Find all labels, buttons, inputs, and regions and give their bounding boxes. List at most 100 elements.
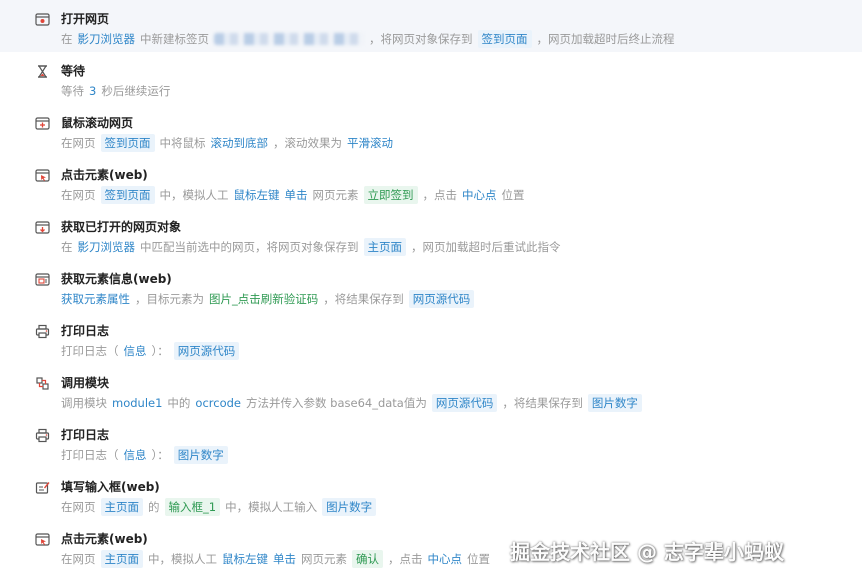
- flow-step[interactable]: 点击元素(web) 在网页 签到页面 中，模拟人工 鼠标左键 单击 网页元素 立即签到 ，点击中…: [0, 156, 862, 208]
- desc-value: ocrcode: [195, 396, 241, 410]
- variable-chip: 签到页面: [100, 186, 155, 204]
- hourglass-icon: [35, 64, 50, 79]
- desc-text: 在: [61, 240, 73, 254]
- desc-text: 打印日志（: [61, 448, 119, 462]
- desc-text: 中的: [167, 396, 191, 410]
- element-name: 图片_点击刷新验证码: [209, 292, 319, 306]
- step-description: 打印日志（ 信息 ）： 图片数字: [61, 445, 233, 465]
- step-title: 点击元素(web): [61, 168, 148, 182]
- desc-value: 中心点: [427, 552, 463, 566]
- desc-text: ，点击: [422, 188, 458, 202]
- desc-text: 方法并传入参数 base64_data值为: [246, 396, 427, 410]
- watermark: 掘金技术社区 @ 志字辈小蚂蚁: [510, 540, 784, 564]
- step-description: 调用模块 module1 中的 ocrcode 方法并传入参数 base64_data值…: [61, 393, 647, 413]
- desc-value: 单击: [273, 552, 296, 566]
- desc-text: 秒后继续运行: [101, 84, 171, 98]
- desc-text: ）：: [151, 344, 169, 358]
- desc-text: 在: [61, 32, 73, 46]
- variable-chip: 签到页面: [477, 30, 532, 48]
- desc-text: 位置: [501, 188, 525, 202]
- flow-step[interactable]: 打开网页在影刀浏览器 中新建标签页 ，将网页对象保存到 签到页面 ，网页加载超时后终止流…: [0, 0, 862, 52]
- desc-text: 调用模块: [61, 396, 107, 410]
- desc-text: ，将结果保存到: [502, 396, 583, 410]
- flow-step[interactable]: 等待 等待 3 秒后继续运行: [0, 52, 862, 104]
- desc-text: 在网页: [61, 552, 96, 566]
- variable-chip: 网页源代码: [408, 290, 475, 308]
- step-title: 打印日志: [61, 428, 110, 442]
- variable-chip: 网页源代码: [173, 342, 240, 360]
- flow-step[interactable]: 打印日志打印日志（ 信息 ）： 网页源代码: [0, 312, 862, 364]
- desc-value: 中心点: [462, 188, 497, 202]
- click-element-icon: [35, 168, 50, 183]
- step-description: 获取元素属性 ，目标元素为 图片_点击刷新验证码 ，将结果保存到 网页源代码: [61, 289, 479, 309]
- desc-text: ，将网页对象保存到: [369, 32, 473, 46]
- variable-chip: 图片数字: [587, 394, 642, 412]
- browser-open-icon: [35, 12, 50, 27]
- scroll-page-icon: [35, 116, 50, 131]
- step-description: 在影刀浏览器 中新建标签页 ，将网页对象保存到 签到页面 ，网页加载超时后终止流程: [61, 29, 680, 49]
- desc-text: ，网页加载超时后终止流程: [536, 32, 675, 46]
- desc-text: ，目标元素为: [135, 292, 204, 306]
- desc-value: 滚动到底部: [210, 136, 269, 150]
- desc-text: 位置: [467, 552, 490, 566]
- printer-icon: [35, 428, 50, 443]
- desc-value: 影刀浏览器: [77, 32, 136, 46]
- desc-text: ，将结果保存到: [323, 292, 404, 306]
- desc-value: 平滑滚动: [347, 136, 393, 150]
- desc-value: 信息: [123, 448, 147, 462]
- step-title: 打开网页: [61, 12, 110, 26]
- click-element-icon: [35, 532, 50, 547]
- edit-input-icon: [35, 480, 50, 495]
- desc-text: 中新建标签页: [140, 32, 209, 46]
- get-page-icon: [35, 220, 50, 235]
- desc-text: 在网页: [61, 500, 96, 514]
- desc-text: 在网页: [61, 136, 96, 150]
- desc-text: 的: [148, 500, 160, 514]
- variable-chip: 主页面: [363, 238, 406, 256]
- desc-text: ，点击: [388, 552, 423, 566]
- flow-step[interactable]: 调用模块 调用模块 module1 中的 ocrcode 方法并传入参数 base64_d…: [0, 364, 862, 416]
- flow-step[interactable]: 获取已打开的网页对象在影刀浏览器 中匹配当前选中的网页，将网页对象保存到 主页面 ，网…: [0, 208, 862, 260]
- element-chip: 立即签到: [363, 186, 418, 204]
- element-chip: 输入框_1: [164, 498, 221, 516]
- step-title: 鼠标滚动网页: [61, 116, 134, 130]
- element-info-icon: [35, 272, 50, 287]
- step-description: 打印日志（ 信息 ）： 网页源代码: [61, 341, 244, 361]
- desc-text: ）：: [151, 448, 169, 462]
- step-title: 打印日志: [61, 324, 110, 338]
- element-chip: 确认: [352, 550, 383, 568]
- desc-text: 网页元素: [312, 188, 359, 202]
- desc-text: 中匹配当前选中的网页，将网页对象保存到: [140, 240, 359, 254]
- desc-value: 单击: [284, 188, 308, 202]
- desc-text: 在网页: [61, 188, 96, 202]
- desc-text: 中，模拟人工: [148, 552, 217, 566]
- redacted-url: [214, 33, 364, 45]
- flow-step[interactable]: 打印日志打印日志（ 信息 ）： 图片数字: [0, 416, 862, 468]
- step-title: 获取已打开的网页对象: [61, 220, 182, 234]
- desc-value: 影刀浏览器: [77, 240, 136, 254]
- desc-value: 获取元素属性: [61, 292, 130, 306]
- flow-step[interactable]: 鼠标滚动网页在网页 签到页面 中将鼠标 滚动到底部 ，滚动效果为 平滑滚动: [0, 104, 862, 156]
- step-description: 在影刀浏览器 中匹配当前选中的网页，将网页对象保存到 主页面 ，网页加载超时后重试此指…: [61, 237, 566, 257]
- desc-value: 信息: [123, 344, 147, 358]
- variable-chip: 主页面: [100, 498, 143, 516]
- desc-text: ，网页加载超时后重试此指令: [411, 240, 561, 254]
- desc-text: 打印日志（: [61, 344, 119, 358]
- desc-text: 等待: [61, 84, 84, 98]
- variable-chip: 签到页面: [100, 134, 155, 152]
- step-title: 获取元素信息(web): [61, 272, 172, 286]
- desc-value: 鼠标左键: [233, 188, 280, 202]
- desc-text: 中将鼠标: [159, 136, 206, 150]
- step-description: 在网页 签到页面 中将鼠标 滚动到底部 ，滚动效果为 平滑滚动: [61, 133, 398, 153]
- printer-icon: [35, 324, 50, 339]
- module-icon: [35, 376, 50, 391]
- variable-chip: 图片数字: [173, 446, 228, 464]
- flow-step[interactable]: 获取元素信息(web) 获取元素属性 ，目标元素为 图片_点击刷新验证码 ，将结果保存到…: [0, 260, 862, 312]
- step-title: 等待: [61, 64, 86, 78]
- step-title: 填写输入框(web): [61, 480, 160, 494]
- variable-chip: 网页源代码: [431, 394, 498, 412]
- desc-text: 中，模拟人工输入: [225, 500, 318, 514]
- step-description: 在网页 主页面的输入框_1 中，模拟人工输入 图片数字: [61, 497, 381, 517]
- flow-step[interactable]: 填写输入框(web) 在网页 主页面的输入框_1 中，模拟人工输入 图片数字: [0, 468, 862, 520]
- desc-text: 网页元素: [301, 552, 347, 566]
